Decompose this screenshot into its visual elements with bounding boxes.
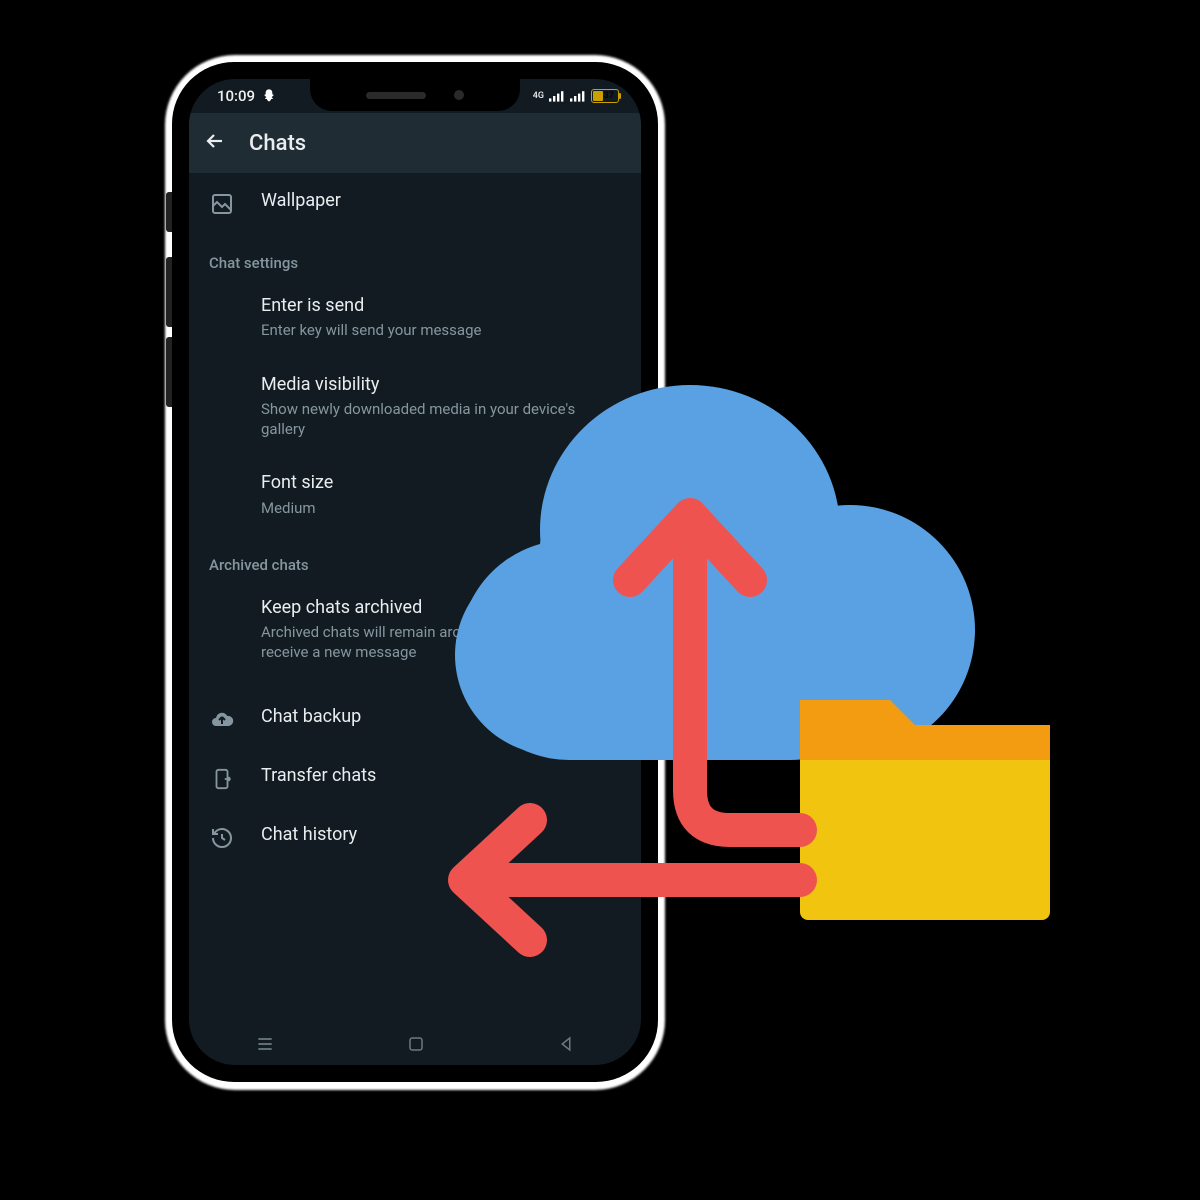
- history-icon: [209, 823, 235, 850]
- side-button: [166, 257, 172, 327]
- battery-text: 37: [604, 91, 614, 101]
- side-button: [166, 337, 172, 407]
- snapchat-icon: [261, 88, 277, 104]
- signal-icon: [570, 89, 586, 103]
- back-nav-icon[interactable]: [557, 1035, 575, 1053]
- transfer-icon: [209, 764, 235, 791]
- phone-notch: [310, 79, 520, 111]
- section-chat-settings: Chat settings: [189, 232, 641, 278]
- signal-icon: [549, 89, 565, 103]
- home-icon[interactable]: [407, 1035, 425, 1053]
- wallpaper-item[interactable]: Wallpaper: [189, 173, 641, 232]
- clock-text: 10:09: [217, 87, 255, 105]
- page-title: Chats: [249, 131, 306, 156]
- wallpaper-icon: [209, 189, 235, 216]
- back-button[interactable]: [203, 129, 227, 157]
- cloud-icon: [455, 385, 975, 760]
- app-bar: Chats: [189, 113, 641, 173]
- side-button: [166, 192, 172, 232]
- network-label: 4G: [533, 92, 544, 101]
- cloud-upload-icon: [209, 705, 235, 732]
- arrow-left-icon: [203, 129, 227, 153]
- cloud-backup-illustration: [430, 320, 1070, 960]
- enter-send-label: Enter is send: [261, 294, 621, 318]
- recent-apps-icon[interactable]: [255, 1034, 275, 1054]
- android-nav-bar: [189, 1023, 641, 1065]
- wallpaper-label: Wallpaper: [261, 189, 621, 213]
- folder-icon: [800, 700, 1050, 920]
